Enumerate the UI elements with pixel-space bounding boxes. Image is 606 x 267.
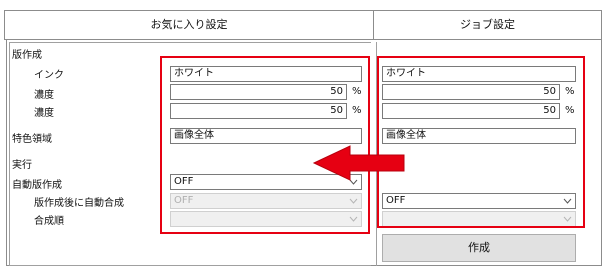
favorites-spot-region-field[interactable]: 画像全体 [170,128,362,144]
favorites-auto-compose-value: OFF [174,195,194,206]
label-compose-order: 合成順 [34,216,64,227]
section-execute: 実行 [12,160,32,171]
label-auto-plate: 自動版作成 [12,180,62,191]
job-spot-region-field[interactable]: 画像全体 [382,128,576,144]
left-arrow-icon [312,145,405,181]
favorites-density-1-field[interactable]: 50 [170,84,347,100]
chevron-down-icon [563,216,572,222]
chevron-down-icon [349,198,358,204]
favorites-auto-compose-select[interactable]: OFF [170,193,362,209]
job-density-2-field[interactable]: 50 [382,103,560,119]
favorites-density-2-unit: % [352,105,362,116]
favorites-header: お気に入り設定 [150,18,228,31]
favorites-density-1-unit: % [352,86,362,97]
favorites-density-2-field[interactable]: 50 [170,103,347,119]
create-button[interactable]: 作成 [382,234,576,262]
favorites-auto-plate-value: OFF [174,176,194,187]
job-density-1-unit: % [565,86,575,97]
job-ink-field[interactable]: ホワイト [382,66,576,82]
job-header: ジョブ設定 [460,18,515,31]
section-plate-making: 版作成 [12,50,42,61]
label-density-1: 濃度 [34,90,54,101]
chevron-down-icon [563,198,572,204]
column-header-bar: お気に入り設定 ジョブ設定 [4,10,602,40]
job-compose-order-select[interactable] [382,211,576,227]
favorites-ink-field[interactable]: ホワイト [170,66,362,82]
chevron-down-icon [349,216,358,222]
job-density-1-field[interactable]: 50 [382,84,560,100]
job-auto-compose-select[interactable]: OFF [382,193,576,209]
label-ink: インク [34,70,64,81]
favorites-compose-order-select[interactable] [170,211,362,227]
job-density-2-unit: % [565,105,575,116]
label-density-2: 濃度 [34,108,54,119]
label-spot-region: 特色領域 [12,134,52,145]
job-auto-compose-value: OFF [386,195,406,206]
label-auto-compose: 版作成後に自動合成 [34,198,124,209]
